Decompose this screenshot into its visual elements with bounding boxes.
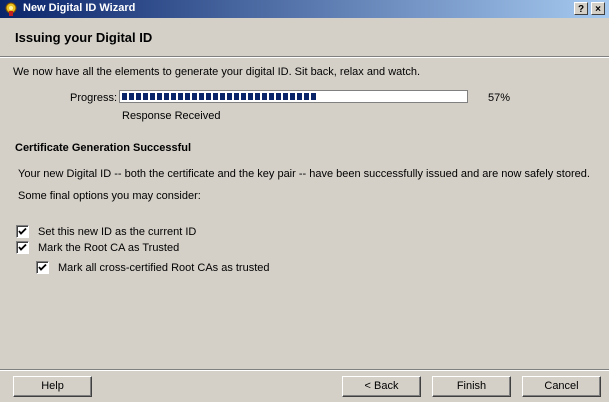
result-description: Your new Digital ID -- both the certific…: [18, 168, 590, 180]
digital-id-app-icon: [5, 2, 17, 16]
wizard-header: Issuing your Digital ID: [0, 18, 609, 57]
window-titlebar: New Digital ID Wizard ? ×: [0, 0, 609, 18]
option-trust-root-ca[interactable]: Mark the Root CA as Trusted: [16, 241, 179, 254]
set-current-id-checkbox[interactable]: [16, 225, 29, 238]
trust-root-ca-checkbox[interactable]: [16, 241, 29, 254]
checkmark-icon: [38, 263, 47, 271]
checkmark-icon: [18, 243, 27, 251]
option-set-current-id[interactable]: Set this new ID as the current ID: [16, 225, 196, 238]
cancel-button[interactable]: Cancel: [522, 376, 601, 397]
set-current-id-label: Set this new ID as the current ID: [38, 225, 197, 238]
progress-bar-fill: [122, 93, 318, 100]
finish-button-label: Finish: [456, 380, 487, 392]
progress-status: Response Received: [122, 110, 221, 122]
wizard-content: We now have all the elements to generate…: [0, 58, 609, 369]
trust-root-ca-label: Mark the Root CA as Trusted: [38, 241, 180, 254]
trust-cross-certified-label: Mark all cross-certified Root CAs as tru…: [58, 261, 270, 274]
progress-bar: [119, 90, 468, 103]
page-title: Issuing your Digital ID: [15, 30, 153, 45]
options-intro: Some final options you may consider:: [18, 190, 201, 202]
checkmark-icon: [18, 227, 27, 235]
back-button[interactable]: < Back: [342, 376, 421, 397]
window-title: New Digital ID Wizard: [23, 2, 136, 14]
help-title-button[interactable]: ?: [574, 2, 588, 15]
cancel-button-label: Cancel: [544, 380, 579, 392]
help-button-label: Help: [41, 380, 64, 392]
progress-percent: 57%: [488, 92, 511, 104]
option-trust-cross-certified[interactable]: Mark all cross-certified Root CAs as tru…: [36, 261, 270, 274]
close-button[interactable]: ×: [591, 2, 605, 15]
back-button-label: < Back: [364, 380, 399, 392]
finish-button[interactable]: Finish: [432, 376, 511, 397]
progress-label: Progress:: [70, 92, 118, 104]
help-button[interactable]: Help: [13, 376, 92, 397]
result-heading: Certificate Generation Successful: [15, 142, 192, 154]
footer-divider-highlight: [0, 370, 609, 371]
intro-text: We now have all the elements to generate…: [13, 66, 421, 78]
trust-cross-certified-checkbox[interactable]: [36, 261, 49, 274]
